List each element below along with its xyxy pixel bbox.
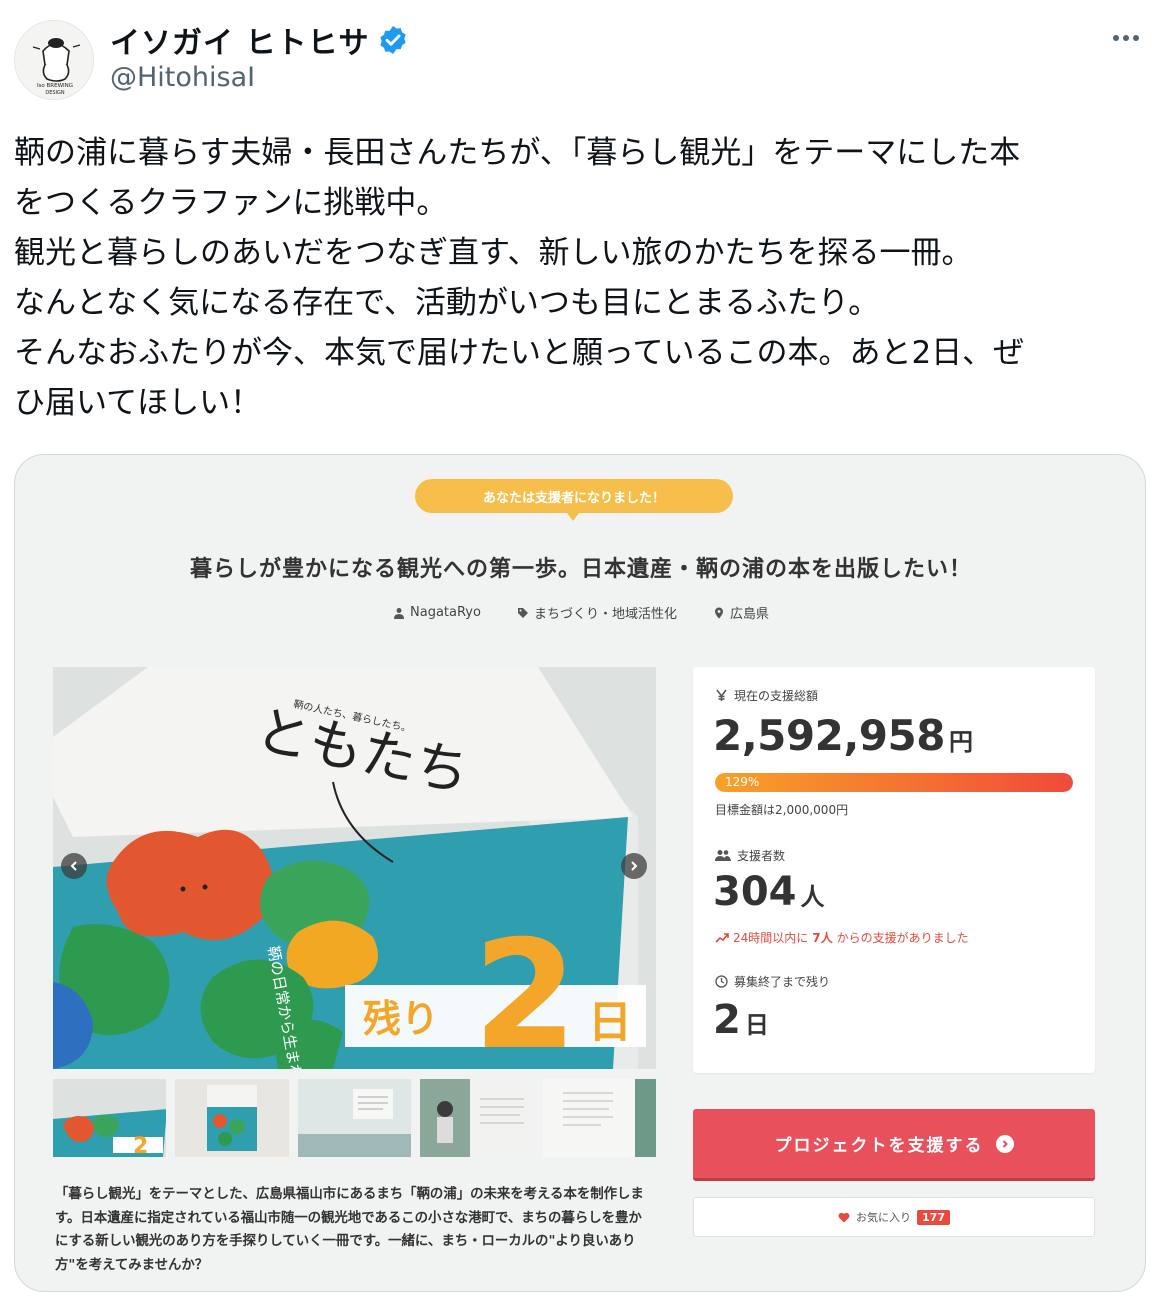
thumbnail-3[interactable] bbox=[297, 1079, 412, 1157]
author-handle[interactable]: @HitohisaI bbox=[110, 62, 255, 93]
funding-stats-panel: 現在の支援総額 2,592,958 円 129% 目標金額は2,000,000円 … bbox=[693, 667, 1095, 1073]
countdown-prefix-text: 残り bbox=[363, 997, 439, 1041]
heart-icon bbox=[838, 1212, 850, 1222]
thumbnail-5[interactable] bbox=[542, 1079, 657, 1157]
remaining-label: 募集終了まで残り bbox=[715, 973, 830, 990]
total-amount-label: 現在の支援総額 bbox=[715, 687, 818, 704]
countdown-number-text: 2 bbox=[473, 909, 577, 1069]
recent-count: 7人 bbox=[812, 931, 833, 945]
backers-label-text: 支援者数 bbox=[737, 849, 786, 863]
thumbnail-1[interactable]: 2 bbox=[53, 1079, 167, 1157]
countdown-suffix-text: 日 bbox=[588, 997, 632, 1048]
meta-category[interactable]: まちづくり・地域活性化 bbox=[517, 603, 677, 622]
user-icon bbox=[394, 607, 404, 619]
svg-text:2: 2 bbox=[133, 1134, 148, 1157]
avatar-brand-text: Iso BREWING bbox=[37, 83, 73, 89]
yen-icon bbox=[716, 689, 727, 701]
arrow-right-circle-icon bbox=[995, 1134, 1014, 1153]
verified-badge-icon bbox=[380, 26, 407, 54]
remaining-label-text: 募集終了まで残り bbox=[734, 975, 831, 989]
author-name-row[interactable]: イソガイ ヒトヒサ bbox=[110, 18, 409, 62]
recent-backers-note: 24時間以内に 7人 からの支援がありました bbox=[715, 929, 969, 946]
recent-suffix: からの支援がありました bbox=[836, 931, 969, 945]
meta-category-label: まちづくり・地域活性化 bbox=[533, 607, 677, 622]
remaining-days: 2日 bbox=[713, 997, 769, 1043]
favorite-label: お気に入り bbox=[856, 1211, 912, 1224]
tag-icon bbox=[517, 607, 528, 618]
backers-count-unit: 人 bbox=[800, 883, 825, 911]
chevron-right-icon bbox=[631, 861, 638, 871]
favorite-button[interactable]: お気に入り 177 bbox=[693, 1197, 1095, 1237]
trending-up-icon bbox=[715, 932, 729, 943]
thumbnail-2[interactable] bbox=[175, 1079, 289, 1157]
meta-location[interactable]: 広島県 bbox=[713, 603, 769, 622]
meta-location-label: 広島県 bbox=[729, 607, 769, 622]
thumbnail-4[interactable] bbox=[420, 1079, 534, 1157]
remaining-days-value: 2 bbox=[713, 997, 741, 1043]
support-project-button[interactable]: プロジェクトを支援する bbox=[693, 1109, 1095, 1181]
backers-count-value: 304 bbox=[713, 869, 797, 915]
avatar-design-text: DESIGN bbox=[45, 90, 65, 96]
total-amount: 2,592,958 円 bbox=[713, 711, 973, 760]
meta-owner-label: NagataRyo bbox=[410, 605, 481, 620]
total-amount-unit: 円 bbox=[948, 728, 973, 756]
funding-progress-bar: 129% bbox=[715, 773, 1073, 792]
remaining-days-unit: 日 bbox=[744, 1011, 769, 1039]
recent-prefix: 24時間以内に bbox=[733, 931, 809, 945]
thumbnail-strip: 2 bbox=[53, 1079, 657, 1157]
funding-progress-fill: 129% bbox=[715, 773, 1073, 792]
backers-label: 支援者数 bbox=[715, 847, 785, 864]
favorite-count-badge: 177 bbox=[917, 1209, 950, 1225]
carousel-next-button[interactable] bbox=[621, 853, 647, 879]
clock-icon bbox=[715, 975, 728, 988]
meta-owner[interactable]: NagataRyo bbox=[393, 603, 481, 622]
carousel-prev-button[interactable] bbox=[61, 853, 87, 879]
project-meta: NagataRyo まちづくり・地域活性化 広島県 bbox=[15, 603, 1145, 622]
author-avatar[interactable]: Iso BREWING DESIGN bbox=[14, 20, 94, 100]
users-icon bbox=[715, 850, 731, 861]
project-description: 「暮らし観光」をテーマとした、広島県福山市にあるまち「鞆の浦」の未来を考える本を… bbox=[55, 1187, 644, 1273]
total-amount-label-text: 現在の支援総額 bbox=[734, 689, 819, 703]
supporter-badge: あなたは支援者になりました！ bbox=[415, 479, 733, 521]
support-project-button-label: プロジェクトを支援する bbox=[774, 1136, 984, 1156]
more-options-icon[interactable] bbox=[1108, 28, 1144, 48]
goal-amount: 目標金額は2,000,000円 bbox=[715, 803, 849, 817]
funding-progress-text: 129% bbox=[725, 775, 760, 789]
total-amount-value: 2,592,958 bbox=[713, 711, 945, 760]
tweet-text: 鞆の浦に暮らす夫婦・長田さんたちが、「暮らし観光」をテーマにした本 をつくるクラ… bbox=[14, 135, 1025, 421]
backers-count: 304 人 bbox=[713, 869, 825, 915]
project-main-image[interactable]: ともたち 鞆の人たち、暮らしたち。 鞆の日常から生まれる暮らし観光。 残り 2 … bbox=[53, 667, 656, 1069]
chevron-left-icon bbox=[70, 861, 77, 871]
author-name[interactable]: イソガイ ヒトヒサ bbox=[110, 18, 369, 62]
link-card[interactable]: あなたは支援者になりました！ 暮らしが豊かになる観光への第一歩。日本遺産・鞆の浦… bbox=[14, 454, 1146, 1292]
project-title[interactable]: 暮らしが豊かになる観光への第一歩。日本遺産・鞆の浦の本を出版したい！ bbox=[15, 551, 1145, 583]
location-pin-icon bbox=[714, 607, 723, 618]
